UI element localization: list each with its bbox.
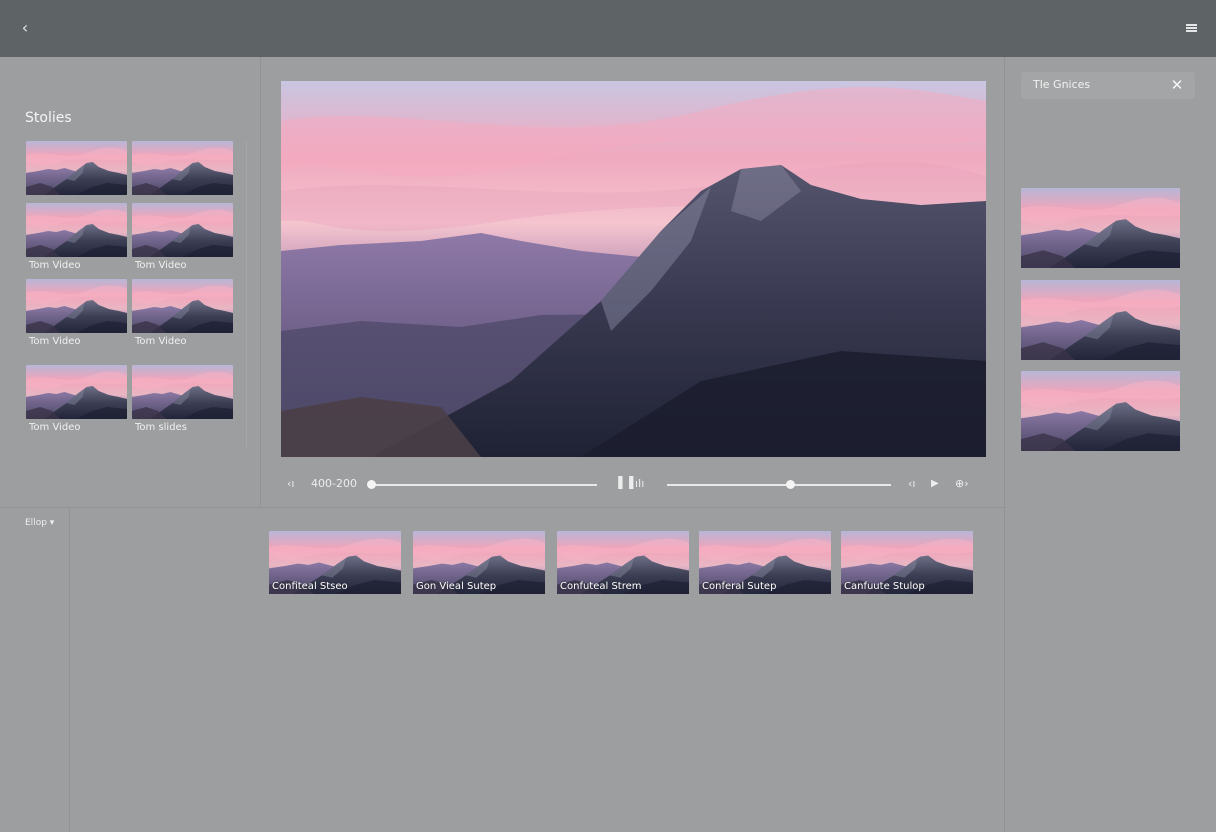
video-thumbnail [26, 279, 127, 333]
sidebar-item[interactable] [132, 141, 233, 195]
sidebar-item[interactable]: Tom Video [132, 279, 233, 347]
play-icon[interactable]: ▶ [931, 477, 939, 491]
strip-item-label: Confuteal Strem [560, 581, 642, 592]
rewind-icon[interactable]: ‹ı [287, 477, 294, 491]
sidebar-item[interactable] [26, 141, 127, 195]
menu-icon[interactable] [1184, 20, 1200, 36]
video-thumbnail [26, 141, 127, 195]
strip-item-label: Confiteal Stseo [272, 581, 348, 592]
sidebar-item-label: Tom Video [135, 260, 187, 271]
strip-item-label: Gon Vieal Sutep [416, 581, 497, 592]
section-divider [0, 507, 1004, 508]
strip-item[interactable]: Conferal Sutep [699, 531, 831, 594]
video-thumbnail [132, 279, 233, 333]
sidebar-divider [260, 57, 261, 507]
player-controls: ‹ı 400-200 ❚❚ ıIı ‹ı ▶ ⊕› [281, 470, 986, 500]
strip-item[interactable]: Confiteal Stseo [269, 531, 401, 594]
pause-icon[interactable]: ❚❚ [615, 476, 637, 490]
sidebar-item[interactable]: Tom Video [26, 365, 127, 433]
sidebar-item-label: Tom Video [29, 422, 81, 433]
filter-label: Ellop [25, 518, 47, 528]
close-icon[interactable]: ✕ [1167, 75, 1187, 95]
video-thumbnail [26, 365, 127, 419]
right-panel-thumbnail[interactable] [1021, 188, 1180, 268]
strip-item[interactable]: Canfuute Stulop [841, 531, 973, 594]
seek-bar[interactable] [371, 484, 597, 486]
captions-icon[interactable]: ıIı [635, 477, 644, 491]
fullscreen-icon[interactable]: ⊕› [955, 477, 969, 491]
right-panel-divider [1004, 57, 1005, 832]
previous-icon[interactable]: ‹ı [908, 477, 915, 491]
right-panel-thumbnail[interactable] [1021, 371, 1180, 451]
video-thumbnail [132, 365, 233, 419]
filter-dropdown[interactable]: Ellop ▾ [25, 518, 54, 528]
sidebar-item[interactable]: Tom Video [26, 279, 127, 347]
video-frame [281, 81, 986, 457]
seek-handle[interactable] [367, 480, 376, 489]
strip-item-label: Conferal Sutep [702, 581, 777, 592]
time-readout: 400-200 [311, 477, 357, 490]
sidebar-item-label: Tom Video [29, 260, 81, 271]
strip-item-label: Canfuute Stulop [844, 581, 925, 592]
strip-item[interactable]: Confuteal Strem [557, 531, 689, 594]
volume-handle[interactable] [786, 480, 796, 489]
bottom-left-divider [69, 507, 70, 832]
strip-item[interactable]: Gon Vieal Sutep [413, 531, 545, 594]
right-panel-thumbnail[interactable] [1021, 280, 1180, 360]
video-thumbnail [26, 203, 127, 257]
sidebar-title: Stolies [25, 110, 72, 126]
chevron-down-icon: ▾ [49, 518, 55, 528]
right-panel-header: Tle Gnices ✕ [1021, 72, 1195, 99]
sidebar-scrollbar[interactable] [246, 140, 247, 450]
sidebar-item-label: Tom Video [29, 336, 81, 347]
right-panel-title: Tle Gnices [1033, 78, 1091, 91]
video-player[interactable] [281, 81, 986, 457]
video-thumbnail [132, 141, 233, 195]
sidebar-item[interactable]: Tom slides [132, 365, 233, 433]
video-thumbnail [132, 203, 233, 257]
sidebar-item-label: Tom slides [135, 422, 187, 433]
volume-bar[interactable] [667, 484, 891, 486]
sidebar-item[interactable]: Tom Video [26, 203, 127, 271]
top-bar: ‹ [0, 0, 1216, 57]
sidebar-item-label: Tom Video [135, 336, 187, 347]
sidebar-item[interactable]: Tom Video [132, 203, 233, 271]
chevron-left-icon[interactable]: ‹ [14, 17, 36, 39]
